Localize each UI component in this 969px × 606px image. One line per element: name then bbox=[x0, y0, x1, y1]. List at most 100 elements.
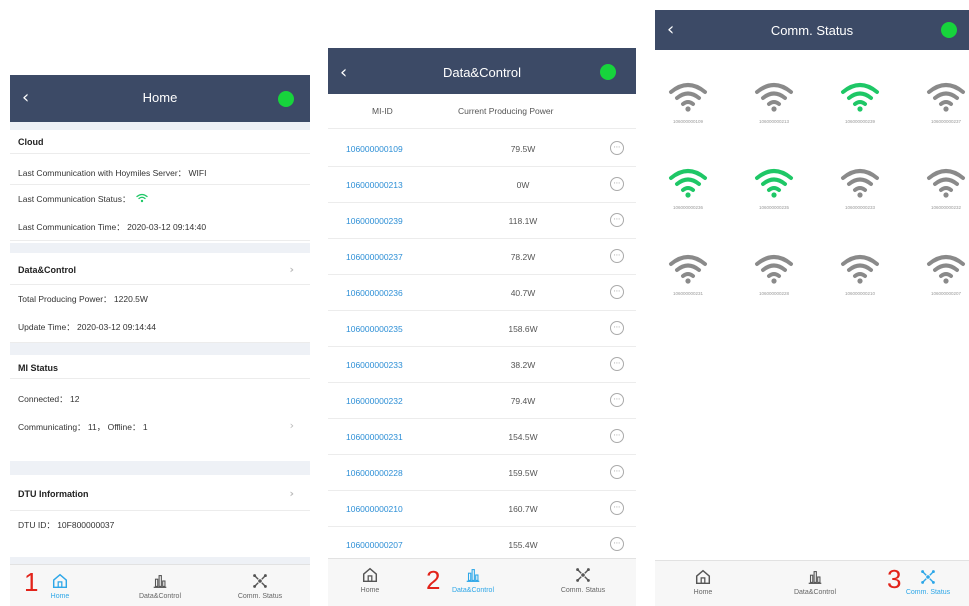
home-navbar: ‹ Home bbox=[10, 75, 310, 122]
last-comm-status: Last Communication Status： bbox=[10, 185, 310, 211]
device-cell[interactable]: 106000000235 bbox=[739, 166, 809, 210]
more-icon[interactable]: ⋯ bbox=[610, 465, 624, 479]
mi-status-heading: MI Status bbox=[18, 363, 59, 373]
mi-id-link[interactable]: 106000000237 bbox=[346, 252, 403, 262]
power-value: 160.7W bbox=[508, 504, 538, 514]
tab-comm-status-label: Comm. Status bbox=[560, 587, 606, 594]
device-cell[interactable]: 106000000232 bbox=[911, 166, 969, 210]
table-row[interactable]: 106000000232 79.4W ⋯ bbox=[328, 383, 636, 419]
wifi-icon bbox=[841, 255, 879, 284]
tab-home[interactable]: Home bbox=[673, 561, 733, 603]
tab-comm-status[interactable]: Comm. Status bbox=[891, 561, 965, 603]
mi-id-link[interactable]: 106000000213 bbox=[346, 180, 403, 190]
more-icon[interactable]: ⋯ bbox=[610, 177, 624, 191]
table-row[interactable]: 106000000210 160.7W ⋯ bbox=[328, 491, 636, 527]
device-cell[interactable]: 106000000210 bbox=[825, 252, 895, 296]
chevron-right-icon: › bbox=[289, 419, 294, 432]
table-row[interactable]: 106000000213 0W ⋯ bbox=[328, 167, 636, 203]
device-cell[interactable]: 106000000237 bbox=[911, 80, 969, 124]
network-icon bbox=[921, 570, 935, 584]
device-cell[interactable]: 106000000213 bbox=[739, 80, 809, 124]
power-value: 79.5W bbox=[510, 144, 536, 154]
tab-home[interactable]: Home bbox=[40, 565, 80, 606]
wifi-icon bbox=[755, 83, 793, 112]
status-dot-icon bbox=[278, 91, 294, 107]
last-comm-server: Last Communication with Hoymiles Server：… bbox=[10, 159, 310, 185]
divider bbox=[10, 461, 310, 475]
table-row[interactable]: 106000000235 158.6W ⋯ bbox=[328, 311, 636, 347]
table-row[interactable]: 106000000228 159.5W ⋯ bbox=[328, 455, 636, 491]
mi-id-link[interactable]: 106000000236 bbox=[346, 288, 403, 298]
mi-id-link[interactable]: 106000000235 bbox=[346, 324, 403, 334]
update-time: Update Time： 2020-03-12 09:14:44 bbox=[10, 315, 310, 343]
device-cell[interactable]: 106000000236 bbox=[655, 166, 723, 210]
mi-id-link[interactable]: 106000000109 bbox=[346, 144, 403, 154]
tab-data-control-label: Data&Control bbox=[138, 593, 182, 600]
tab-comm-status[interactable]: Comm. Status bbox=[225, 565, 295, 606]
tab-data-control[interactable]: Data&Control bbox=[438, 559, 508, 601]
table-row[interactable]: 106000000233 38.2W ⋯ bbox=[328, 347, 636, 383]
wifi-icon bbox=[927, 83, 965, 112]
wifi-icon bbox=[841, 169, 879, 198]
divider bbox=[10, 153, 310, 154]
mi-id-link[interactable]: 106000000232 bbox=[346, 396, 403, 406]
more-icon[interactable]: ⋯ bbox=[610, 429, 624, 443]
more-icon[interactable]: ⋯ bbox=[610, 285, 624, 299]
mi-id-link[interactable]: 106000000233 bbox=[346, 360, 403, 370]
dtu-info-link[interactable]: DTU Information › bbox=[10, 475, 310, 511]
more-icon[interactable]: ⋯ bbox=[610, 357, 624, 371]
more-icon[interactable]: ⋯ bbox=[610, 249, 624, 263]
device-cell[interactable]: 106000000207 bbox=[911, 252, 969, 296]
device-cell[interactable]: 106000000239 bbox=[825, 80, 895, 124]
tab-data-control[interactable]: Data&Control bbox=[775, 561, 855, 603]
tab-data-control[interactable]: Data&Control bbox=[125, 565, 195, 606]
mi-id-link[interactable]: 106000000207 bbox=[346, 540, 403, 550]
more-icon[interactable]: ⋯ bbox=[610, 141, 624, 155]
table-row[interactable]: 106000000239 118.1W ⋯ bbox=[328, 203, 636, 239]
wifi-icon bbox=[755, 255, 793, 284]
bar-chart-icon bbox=[466, 569, 480, 582]
tab-comm-status[interactable]: Comm. Status bbox=[548, 559, 618, 601]
table-row[interactable]: 106000000237 78.2W ⋯ bbox=[328, 239, 636, 275]
power-value: 78.2W bbox=[510, 252, 536, 262]
wifi-icon bbox=[755, 169, 793, 198]
tab-home-label: Home bbox=[693, 589, 713, 596]
mi-communicating-link[interactable]: Communicating： 11， Offline： 1 › bbox=[10, 411, 310, 451]
more-icon[interactable]: ⋯ bbox=[610, 537, 624, 551]
more-icon[interactable]: ⋯ bbox=[610, 393, 624, 407]
tab-home[interactable]: Home bbox=[340, 559, 400, 601]
device-id: 106000000239 bbox=[844, 119, 876, 124]
mi-id-link[interactable]: 106000000239 bbox=[346, 216, 403, 226]
device-id: 106000000235 bbox=[758, 205, 790, 210]
tab-bar: Home Data&Control Comm. Status bbox=[655, 560, 969, 606]
tab-home-label: Home bbox=[360, 587, 380, 594]
table-row[interactable]: 106000000236 40.7W ⋯ bbox=[328, 275, 636, 311]
tab-comm-status-label: Comm. Status bbox=[237, 593, 283, 600]
table-row[interactable]: 106000000231 154.5W ⋯ bbox=[328, 419, 636, 455]
data-control-link[interactable]: Data&Control › bbox=[10, 253, 310, 285]
total-producing-power: Total Producing Power： 1220.5W bbox=[18, 294, 148, 304]
more-icon[interactable]: ⋯ bbox=[610, 321, 624, 335]
device-cell[interactable]: 106000000233 bbox=[825, 166, 895, 210]
device-cell[interactable]: 106000000109 bbox=[655, 80, 723, 124]
power-value: 38.2W bbox=[510, 360, 536, 370]
tab-data-control-label: Data&Control bbox=[793, 589, 837, 596]
device-cell[interactable]: 106000000228 bbox=[739, 252, 809, 296]
column-header-power: Current Producing Power bbox=[458, 106, 554, 116]
tab-bar: Home Data&Control Comm. Status bbox=[10, 564, 310, 606]
status-dot-icon bbox=[941, 22, 957, 38]
divider bbox=[328, 128, 636, 129]
dtu-id: DTU ID： 10F800000037 bbox=[18, 520, 115, 530]
bar-chart-icon bbox=[153, 575, 167, 588]
mi-id-link[interactable]: 106000000210 bbox=[346, 504, 403, 514]
table-row[interactable]: 106000000109 79.5W ⋯ bbox=[328, 131, 636, 167]
more-icon[interactable]: ⋯ bbox=[610, 501, 624, 515]
device-cell[interactable]: 106000000231 bbox=[655, 252, 723, 296]
power-value: 159.5W bbox=[508, 468, 538, 478]
mi-id-link[interactable]: 106000000228 bbox=[346, 468, 403, 478]
more-icon[interactable]: ⋯ bbox=[610, 213, 624, 227]
mi-id-link[interactable]: 106000000231 bbox=[346, 432, 403, 442]
page-title: Home bbox=[142, 90, 178, 105]
data-control-navbar: ‹ Data&Control bbox=[328, 48, 636, 94]
annotation-number: 1 bbox=[24, 567, 39, 597]
